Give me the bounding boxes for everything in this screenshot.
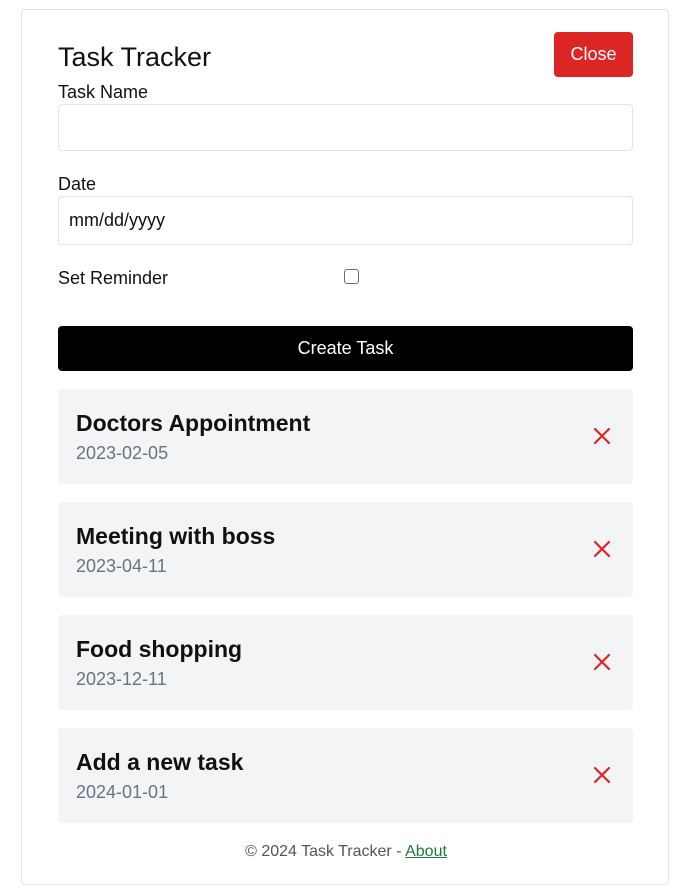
- date-input[interactable]: [58, 196, 633, 245]
- task-date: 2023-12-11: [76, 669, 167, 689]
- reminder-checkbox[interactable]: [344, 269, 359, 284]
- task-name: Add a new task: [76, 749, 244, 775]
- task-item[interactable]: Doctors Appointment 2023-02-05: [58, 389, 633, 484]
- date-label: Date: [58, 174, 97, 194]
- task-item[interactable]: Add a new task 2024-01-01: [58, 728, 633, 823]
- task-name: Meeting with boss: [76, 523, 276, 549]
- close-icon[interactable]: [593, 766, 611, 784]
- page-title: Task Tracker: [58, 42, 212, 72]
- header: Task Tracker Close: [58, 32, 633, 78]
- task-name: Doctors Appointment: [76, 410, 311, 436]
- task-item[interactable]: Food shopping 2023-12-11: [58, 615, 633, 710]
- reminder-label: Set Reminder: [58, 268, 169, 288]
- footer-copyright: © 2024 Task Tracker -: [245, 843, 406, 860]
- task-item[interactable]: Meeting with boss 2023-04-11: [58, 502, 633, 597]
- task-name-label: Task Name: [58, 82, 149, 102]
- task-date: 2023-02-05: [76, 443, 169, 463]
- task-tracker-card: Task Tracker Close Task Name Date Set Re…: [21, 9, 669, 885]
- task-date: 2023-04-11: [76, 556, 167, 576]
- close-button[interactable]: Close: [554, 32, 633, 77]
- task-date: 2024-01-01: [76, 782, 169, 802]
- about-link[interactable]: About: [405, 843, 447, 860]
- create-task-button[interactable]: Create Task: [58, 326, 633, 371]
- task-name-input[interactable]: [58, 104, 633, 151]
- task-name: Food shopping: [76, 636, 243, 662]
- close-icon[interactable]: [593, 540, 611, 558]
- close-icon[interactable]: [593, 427, 611, 445]
- close-icon[interactable]: [593, 653, 611, 671]
- task-list: Doctors Appointment 2023-02-05 Meeting w…: [58, 389, 633, 841]
- footer: © 2024 Task Tracker - About: [22, 842, 670, 862]
